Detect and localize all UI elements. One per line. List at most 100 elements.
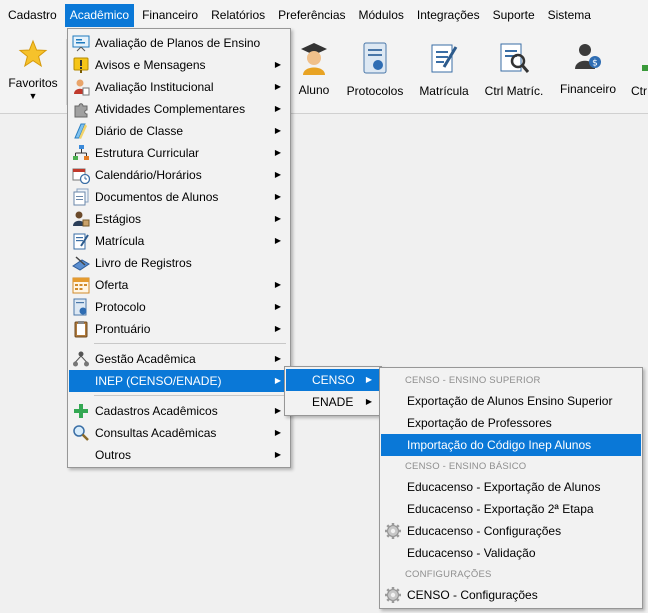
hierarchy-icon (73, 145, 89, 160)
submenu-arrow-icon: ▶ (274, 280, 281, 289)
submenu-arrow-icon: ▶ (274, 450, 281, 459)
menu-separator (94, 395, 286, 396)
matricula-button[interactable]: Matrícula (414, 31, 474, 113)
form-pen-icon (431, 44, 458, 73)
menu-item-label: Exportação de Professores (407, 416, 552, 430)
menu-item-label: Educacenso - Validação (407, 546, 536, 560)
menu-item-estrutura-curricular[interactable]: Estrutura Curricular ▶ (69, 142, 289, 164)
menu-item-cadastros-academicos[interactable]: Cadastros Acadêmicos ▶ (69, 400, 289, 422)
menu-item-label: CENSO (312, 373, 355, 387)
menu-item-label: Livro de Registros (95, 256, 192, 270)
menu-financeiro[interactable]: Financeiro (137, 4, 203, 27)
menu-item-label: Avisos e Mensagens (95, 58, 206, 72)
submenu-arrow-icon: ▶ (274, 406, 281, 415)
menu-item-label: Exportação de Alunos Ensino Superior (407, 394, 613, 408)
person-evaluation-icon (74, 79, 90, 96)
menu-item-label: ENADE (312, 395, 354, 409)
document-magnifier-icon (500, 43, 530, 73)
financeiro-button[interactable]: $ Financeiro (556, 31, 620, 113)
menu-item-avaliacao-institucional[interactable]: Avaliação Institucional ▶ (69, 76, 289, 98)
submenu-arrow-icon: ▶ (274, 324, 281, 333)
menu-item-censo[interactable]: CENSO ▶ (286, 369, 380, 391)
menu-item-enade[interactable]: ENADE ▶ (286, 391, 380, 413)
menu-item-avaliacao-planos[interactable]: Avaliação de Planos de Ensino (69, 32, 289, 54)
exclamation-sign-icon (73, 57, 89, 73)
submenu-arrow-icon: ▶ (274, 214, 281, 223)
submenu-arrow-icon: ▶ (274, 126, 281, 135)
gear-icon (385, 587, 401, 603)
calendar-grid-icon (72, 277, 90, 294)
menu-item-inep[interactable]: INEP (CENSO/ENADE) ▶ (69, 370, 289, 392)
menu-item-avisos-mensagens[interactable]: Avisos e Mensagens ▶ (69, 54, 289, 76)
menu-preferencias[interactable]: Preferências (273, 4, 350, 27)
menu-item-label: Gestão Acadêmica (95, 352, 196, 366)
documents-icon (73, 188, 89, 206)
menu-cadastro[interactable]: Cadastro (3, 4, 62, 27)
menu-item-label: Importação do Código Inep Alunos (407, 438, 592, 452)
dropdown-arrow-icon[interactable]: ▼ (2, 91, 64, 101)
menu-modulos[interactable]: Módulos (354, 4, 409, 27)
protocol-document-icon (363, 42, 387, 74)
favoritos-label: Favoritos (8, 76, 58, 90)
submenu-arrow-icon: ▶ (274, 376, 281, 385)
submenu-arrow-icon: ▶ (274, 354, 281, 363)
menu-item-label: Atividades Complementares (95, 102, 246, 116)
ctrl-button-partial[interactable]: Ctr (628, 31, 648, 113)
menu-item-label: Matrícula (95, 234, 145, 248)
menu-suporte[interactable]: Suporte (488, 4, 540, 27)
menu-item-label: Avaliação de Planos de Ensino (95, 36, 261, 50)
menu-relatorios[interactable]: Relatórios (206, 4, 270, 27)
menu-item-educacenso-validacao[interactable]: Educacenso - Validação (381, 542, 641, 564)
calendar-clock-icon (72, 168, 90, 184)
menu-item-gestao-academica[interactable]: Gestão Acadêmica ▶ (69, 348, 289, 370)
menu-item-importacao-codigo-inep[interactable]: Importação do Código Inep Alunos (381, 434, 641, 456)
menu-item-calendario-horarios[interactable]: Calendário/Horários ▶ (69, 164, 289, 186)
menu-item-educacenso-exportacao-alunos[interactable]: Educacenso - Exportação de Alunos (381, 476, 641, 498)
aluno-button[interactable]: Aluno (290, 31, 338, 113)
menu-integracoes[interactable]: Integrações (412, 4, 485, 27)
menu-item-label: Documentos de Alunos (95, 190, 219, 204)
submenu-arrow-icon: ▶ (274, 82, 281, 91)
menu-item-label: Educacenso - Configurações (407, 524, 562, 538)
submenu-arrow-icon: ▶ (365, 375, 372, 384)
menu-academico[interactable]: Acadêmico (64, 4, 135, 27)
menu-item-label: Prontuário (95, 322, 151, 336)
menu-item-documentos-alunos[interactable]: Documentos de Alunos ▶ (69, 186, 289, 208)
menu-item-atividades-complementares[interactable]: Atividades Complementares ▶ (69, 98, 289, 120)
menu-item-label: INEP (CENSO/ENADE) (95, 374, 222, 388)
menu-item-consultas-academicas[interactable]: Consultas Acadêmicas ▶ (69, 422, 289, 444)
partial-icon (642, 65, 648, 71)
menu-item-label: Consultas Acadêmicas (95, 426, 217, 440)
favoritos-button[interactable]: Favoritos ▼ (2, 31, 64, 113)
inep-submenu: CENSO ▶ ENADE ▶ (284, 366, 382, 416)
submenu-arrow-icon: ▶ (365, 397, 372, 406)
menu-item-estagios[interactable]: Estágios ▶ (69, 208, 289, 230)
menu-item-label: CENSO - Configurações (407, 588, 538, 602)
menu-item-censo-configuracoes[interactable]: CENSO - Configurações (381, 584, 641, 606)
submenu-arrow-icon: ▶ (274, 60, 281, 69)
section-header-ensino-basico: CENSO - ENSINO BÁSICO (405, 461, 527, 472)
presentation-board-icon (72, 35, 90, 52)
matricula-label: Matrícula (419, 84, 469, 98)
menu-item-exportacao-professores[interactable]: Exportação de Professores (381, 412, 641, 434)
ctrl-matric-button[interactable]: Ctrl Matríc. (480, 31, 548, 113)
menu-item-protocolo[interactable]: Protocolo ▶ (69, 296, 289, 318)
menu-item-prontuario[interactable]: Prontuário ▶ (69, 318, 289, 340)
section-header-configuracoes: CONFIGURAÇÕES (405, 569, 492, 580)
book-pen-icon (72, 256, 90, 271)
menu-item-livro-registros[interactable]: Livro de Registros (69, 252, 289, 274)
menu-item-exportacao-alunos-superior[interactable]: Exportação de Alunos Ensino Superior (381, 390, 641, 412)
protocolos-button[interactable]: Protocolos (343, 31, 407, 113)
menu-item-label: Avaliação Institucional (95, 80, 214, 94)
ctrl-label-partial: Ctr (631, 84, 647, 98)
menu-sistema[interactable]: Sistema (543, 4, 596, 27)
menu-item-educacenso-configuracoes[interactable]: Educacenso - Configurações (381, 520, 641, 542)
menu-item-educacenso-exportacao-2-etapa[interactable]: Educacenso - Exportação 2ª Etapa (381, 498, 641, 520)
menu-item-matricula[interactable]: Matrícula ▶ (69, 230, 289, 252)
menu-item-diario-classe[interactable]: Diário de Classe ▶ (69, 120, 289, 142)
menu-item-label: Protocolo (95, 300, 146, 314)
menu-item-label: Diário de Classe (95, 124, 184, 138)
menu-item-outros[interactable]: Outros ▶ (69, 444, 289, 466)
menu-item-oferta[interactable]: Oferta ▶ (69, 274, 289, 296)
student-icon (301, 43, 327, 75)
